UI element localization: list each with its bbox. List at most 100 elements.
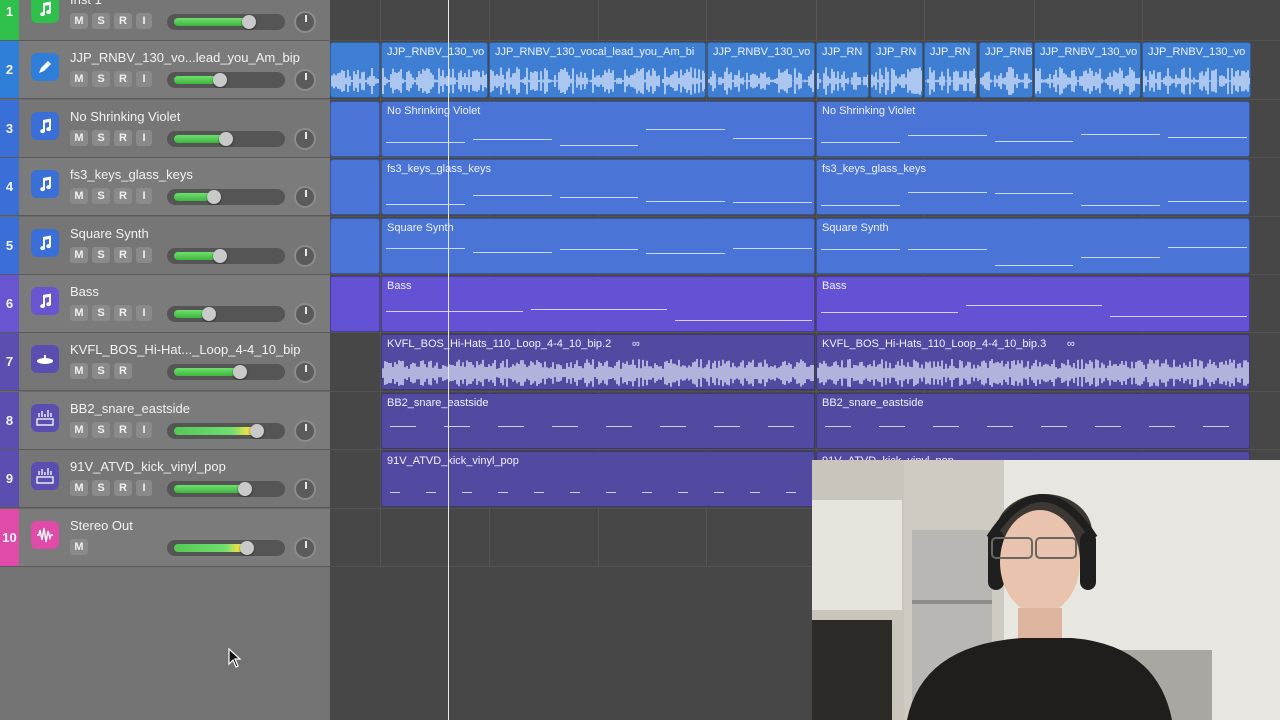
audio-region-vocal[interactable]: JJP_RNBV_130_vocal_lead_you_Am_bi bbox=[489, 42, 706, 99]
pan-knob[interactable] bbox=[294, 420, 316, 442]
record-enable-button[interactable]: R bbox=[114, 71, 132, 87]
track-icon[interactable] bbox=[31, 53, 59, 81]
input-monitor-button[interactable]: I bbox=[136, 188, 152, 204]
pan-knob[interactable] bbox=[294, 361, 316, 383]
solo-button[interactable]: S bbox=[92, 305, 110, 321]
track-name[interactable]: Square Synth bbox=[70, 226, 320, 241]
track-icon[interactable] bbox=[31, 112, 59, 140]
volume-slider[interactable] bbox=[167, 540, 285, 556]
input-monitor-button[interactable]: I bbox=[136, 130, 152, 146]
track-name[interactable]: JJP_RNBV_130_vo...lead_you_Am_bip bbox=[70, 50, 320, 65]
track-header-9[interactable]: 9 91V_ATVD_kick_vinyl_pop M S R I bbox=[0, 450, 330, 508]
volume-slider-handle[interactable] bbox=[207, 190, 221, 204]
audio-region-vocal[interactable]: JJP_RNBV_130_vo bbox=[381, 42, 488, 99]
drum-region-snare[interactable]: BB2_snare_eastside bbox=[816, 393, 1250, 450]
input-monitor-button[interactable]: I bbox=[136, 71, 152, 87]
input-monitor-button[interactable]: I bbox=[136, 13, 152, 29]
track-icon[interactable] bbox=[31, 229, 59, 257]
track-header-3[interactable]: 3 No Shrinking Violet M S R I bbox=[0, 100, 330, 158]
mute-button[interactable]: M bbox=[70, 13, 88, 29]
track-name[interactable]: Bass bbox=[70, 284, 320, 299]
record-enable-button[interactable]: R bbox=[114, 305, 132, 321]
track-header-2[interactable]: 2 JJP_RNBV_130_vo...lead_you_Am_bip M S R I bbox=[0, 41, 330, 99]
input-monitor-button[interactable]: I bbox=[136, 422, 152, 438]
pan-knob[interactable] bbox=[294, 186, 316, 208]
volume-slider-handle[interactable] bbox=[250, 424, 264, 438]
track-header-8[interactable]: 8 BB2_snare_eastside M S R I bbox=[0, 392, 330, 450]
mute-button[interactable]: M bbox=[70, 422, 88, 438]
drum-region-snare[interactable]: BB2_snare_eastside bbox=[381, 393, 815, 450]
volume-slider[interactable] bbox=[167, 14, 285, 30]
mute-button[interactable]: M bbox=[70, 363, 88, 379]
mute-button[interactable]: M bbox=[70, 480, 88, 496]
pan-knob[interactable] bbox=[294, 303, 316, 325]
solo-button[interactable]: S bbox=[92, 480, 110, 496]
mute-button[interactable]: M bbox=[70, 305, 88, 321]
record-enable-button[interactable]: R bbox=[114, 363, 132, 379]
pan-knob[interactable] bbox=[294, 245, 316, 267]
playhead[interactable] bbox=[448, 0, 449, 720]
record-enable-button[interactable]: R bbox=[114, 247, 132, 263]
track-name[interactable]: Inst 1 bbox=[70, 0, 320, 7]
track-icon[interactable] bbox=[31, 0, 59, 23]
midi-region-keys[interactable]: fs3_keys_glass_keys bbox=[816, 159, 1250, 216]
track-header-7[interactable]: 7 KVFL_BOS_Hi-Hat..._Loop_4-4_10_bip M S R bbox=[0, 333, 330, 391]
drum-region-hihat[interactable]: KVFL_BOS_Hi-Hats_110_Loop_4-4_10_bip.2 ∞ bbox=[381, 334, 815, 391]
midi-region-lead-in[interactable] bbox=[330, 276, 380, 333]
volume-slider-handle[interactable] bbox=[213, 73, 227, 87]
volume-slider[interactable] bbox=[167, 72, 285, 88]
drum-region-hihat[interactable]: KVFL_BOS_Hi-Hats_110_Loop_4-4_10_bip.3 ∞ bbox=[816, 334, 1250, 391]
midi-region-lead-in[interactable] bbox=[330, 159, 380, 216]
audio-region-vocal[interactable]: JJP_RNB bbox=[979, 42, 1033, 99]
volume-slider[interactable] bbox=[167, 248, 285, 264]
record-enable-button[interactable]: R bbox=[114, 480, 132, 496]
volume-slider-handle[interactable] bbox=[240, 541, 254, 555]
track-name[interactable]: KVFL_BOS_Hi-Hat..._Loop_4-4_10_bip bbox=[70, 342, 320, 357]
mute-button[interactable]: M bbox=[70, 539, 88, 555]
mute-button[interactable]: M bbox=[70, 188, 88, 204]
mute-button[interactable]: M bbox=[70, 247, 88, 263]
midi-region-square[interactable]: Square Synth bbox=[381, 218, 815, 275]
volume-slider[interactable] bbox=[167, 131, 285, 147]
audio-region-lead-in[interactable] bbox=[330, 42, 380, 99]
track-icon[interactable] bbox=[31, 345, 59, 373]
input-monitor-button[interactable]: I bbox=[136, 247, 152, 263]
mute-button[interactable]: M bbox=[70, 71, 88, 87]
volume-slider[interactable] bbox=[167, 423, 285, 439]
volume-slider-handle[interactable] bbox=[242, 15, 256, 29]
track-icon[interactable] bbox=[31, 462, 59, 490]
volume-slider[interactable] bbox=[167, 189, 285, 205]
volume-slider-handle[interactable] bbox=[233, 365, 247, 379]
audio-region-vocal[interactable]: JJP_RNBV_130_vo bbox=[707, 42, 815, 99]
track-header-5[interactable]: 5 Square Synth M S R I bbox=[0, 217, 330, 275]
audio-region-vocal[interactable]: JJP_RN bbox=[924, 42, 977, 99]
record-enable-button[interactable]: R bbox=[114, 13, 132, 29]
solo-button[interactable]: S bbox=[92, 71, 110, 87]
track-name[interactable]: BB2_snare_eastside bbox=[70, 401, 320, 416]
track-header-6[interactable]: 6 Bass M S R I bbox=[0, 275, 330, 333]
pan-knob[interactable] bbox=[294, 11, 316, 33]
volume-slider-handle[interactable] bbox=[213, 249, 227, 263]
audio-region-vocal[interactable]: JJP_RNBV_130_vo bbox=[1142, 42, 1251, 99]
midi-region-no_shrinking[interactable]: No Shrinking Violet bbox=[816, 101, 1250, 158]
solo-button[interactable]: S bbox=[92, 247, 110, 263]
solo-button[interactable]: S bbox=[92, 188, 110, 204]
solo-button[interactable]: S bbox=[92, 130, 110, 146]
track-name[interactable]: Stereo Out bbox=[70, 518, 320, 533]
volume-slider[interactable] bbox=[167, 364, 285, 380]
mute-button[interactable]: M bbox=[70, 130, 88, 146]
drum-region-kick[interactable]: 91V_ATVD_kick_vinyl_pop bbox=[381, 451, 815, 508]
pan-knob[interactable] bbox=[294, 69, 316, 91]
audio-region-vocal[interactable]: JJP_RN bbox=[870, 42, 923, 99]
solo-button[interactable]: S bbox=[92, 363, 110, 379]
midi-region-square[interactable]: Square Synth bbox=[816, 218, 1250, 275]
track-header-4[interactable]: 4 fs3_keys_glass_keys M S R I bbox=[0, 158, 330, 216]
midi-region-lead-in[interactable] bbox=[330, 218, 380, 275]
audio-region-vocal[interactable]: JJP_RNBV_130_vo bbox=[1034, 42, 1141, 99]
input-monitor-button[interactable]: I bbox=[136, 480, 152, 496]
empty-track-area[interactable] bbox=[0, 566, 330, 720]
track-name[interactable]: fs3_keys_glass_keys bbox=[70, 167, 320, 182]
record-enable-button[interactable]: R bbox=[114, 188, 132, 204]
volume-slider-handle[interactable] bbox=[202, 307, 216, 321]
input-monitor-button[interactable]: I bbox=[136, 305, 152, 321]
